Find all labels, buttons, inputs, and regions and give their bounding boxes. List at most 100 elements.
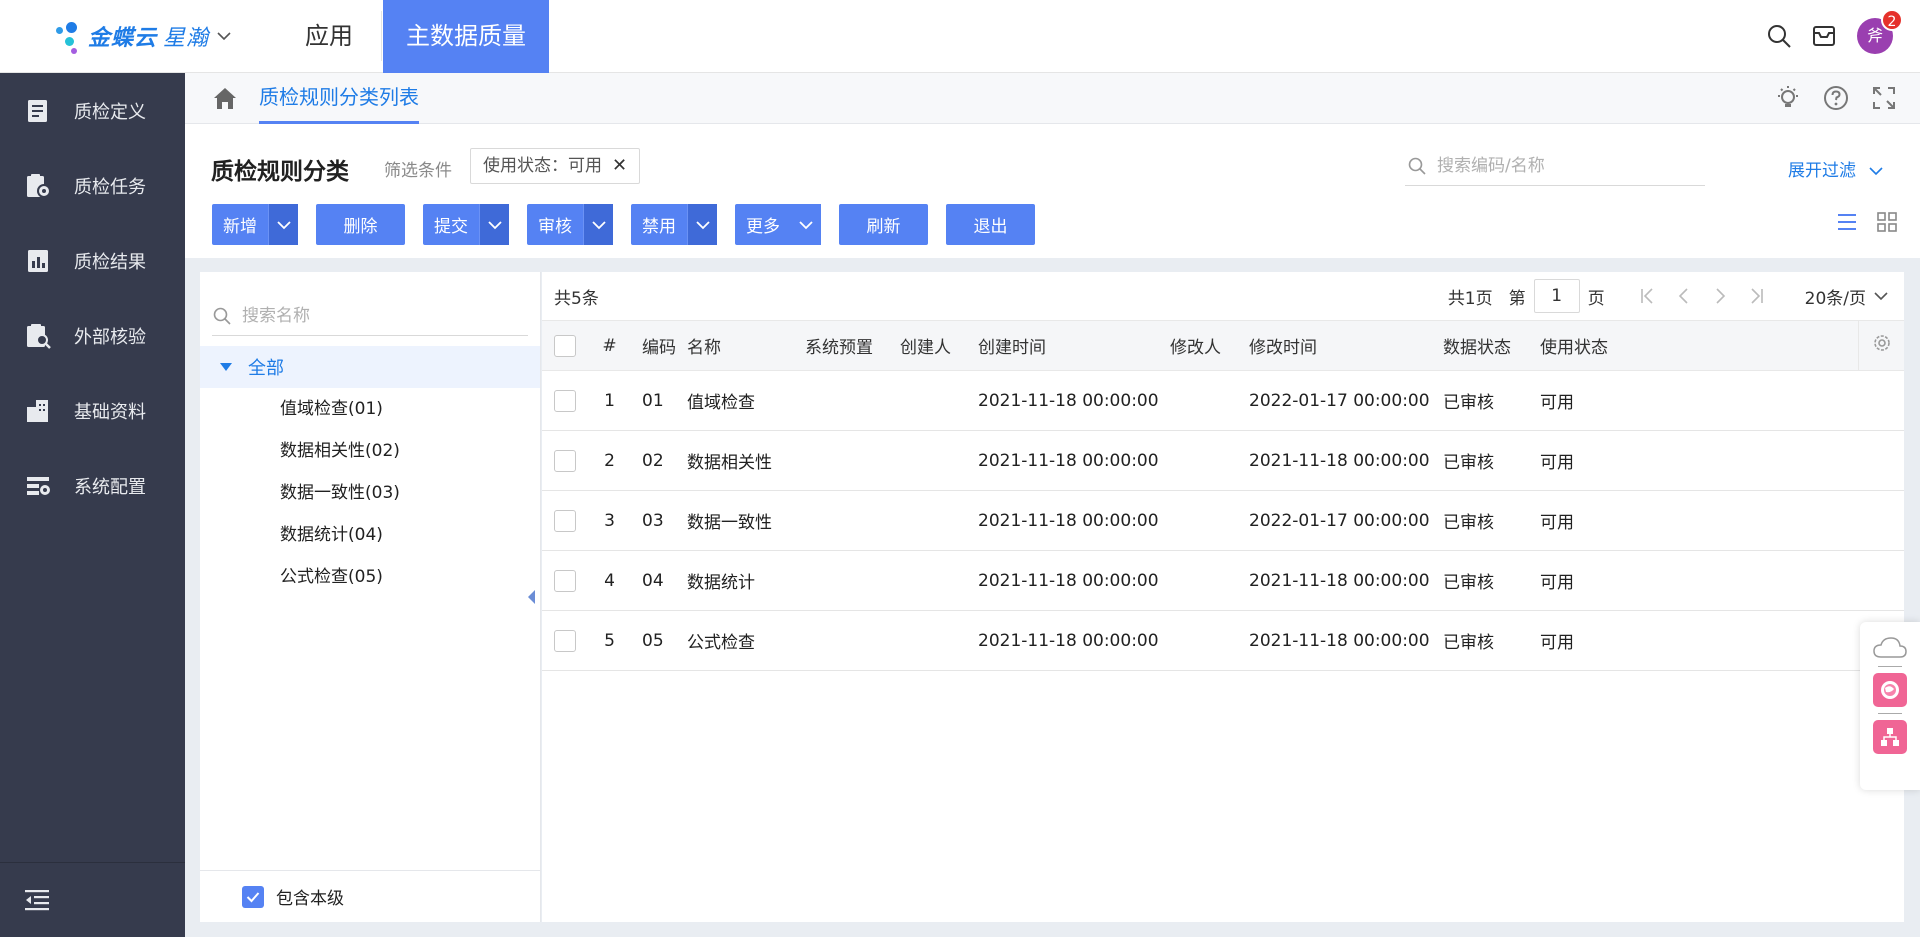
help-icon[interactable] (1822, 84, 1850, 112)
sidebar-item-quality-result[interactable]: 质检结果 (0, 223, 185, 298)
sidebar-item-external-verification[interactable]: 外部核验 (0, 298, 185, 373)
search-icon[interactable] (1766, 23, 1792, 49)
column-header[interactable]: 系统预置 (805, 320, 900, 371)
column-header[interactable]: 创建人 (900, 320, 978, 371)
submit-dropdown-button[interactable] (479, 204, 509, 245)
list-header: 质检规则分类 筛选条件 使用状态：可用 ✕ 展开过滤 新增 删除 提交 审核 禁… (185, 124, 1920, 258)
page-input[interactable]: 1 (1533, 279, 1580, 313)
modified-time-cell: 2021-11-18 00:00:00 (1249, 610, 1443, 671)
disable-button[interactable]: 禁用 (631, 204, 717, 245)
settings-gear-icon[interactable] (1871, 332, 1893, 354)
created-time-cell: 2021-11-18 00:00:00 (978, 610, 1170, 671)
tree-node[interactable]: 数据统计(04) (200, 514, 540, 556)
expand-filter-button[interactable]: 展开过滤 (1788, 156, 1883, 181)
report-icon (28, 249, 48, 272)
new-dropdown-button[interactable] (268, 204, 298, 245)
use-status-cell: 可用 (1540, 610, 1858, 671)
new-button[interactable]: 新增 (212, 204, 298, 245)
tree-node[interactable]: 值域检查(01) (200, 388, 540, 430)
column-header[interactable]: 创建时间 (978, 320, 1170, 371)
globe-app-icon[interactable] (1873, 673, 1907, 707)
column-header[interactable]: 修改时间 (1249, 320, 1443, 371)
page-size-select[interactable]: 20条/页 (1805, 284, 1888, 309)
brand-logo[interactable]: 金蝶云 星瀚 (52, 13, 277, 59)
row-checkbox[interactable] (554, 449, 576, 472)
tree-node[interactable]: 数据一致性(03) (200, 472, 540, 514)
close-icon[interactable]: ✕ (612, 149, 627, 183)
column-header[interactable]: 修改人 (1170, 320, 1249, 371)
table-row[interactable]: 3 03 数据一致性 2021-11-18 00:00:00 2022-01-1… (542, 490, 1904, 551)
search-icon (1408, 157, 1426, 175)
more-dropdown-button[interactable] (791, 204, 821, 245)
delete-button[interactable]: 删除 (316, 204, 405, 245)
sidebar-item-quality-task[interactable]: 质检任务 (0, 148, 185, 223)
include-self-checkbox[interactable] (242, 885, 264, 908)
code-link[interactable]: 04 (627, 550, 687, 611)
tree-search-input[interactable] (242, 305, 512, 326)
tree-node-all[interactable]: 全部 (200, 346, 540, 388)
column-header[interactable]: 数据状态 (1443, 320, 1540, 371)
table-row[interactable]: 5 05 公式检查 2021-11-18 00:00:00 2021-11-18… (542, 610, 1904, 671)
org-chart-app-icon[interactable] (1873, 720, 1907, 754)
prev-page-icon[interactable] (1675, 287, 1693, 305)
caret-down-icon[interactable] (220, 363, 232, 371)
tree-node[interactable]: 公式检查(05) (200, 556, 540, 598)
grid-view-icon[interactable] (1875, 210, 1899, 234)
refresh-button[interactable]: 刷新 (839, 204, 928, 245)
lightbulb-icon[interactable] (1774, 84, 1802, 112)
tree-node[interactable]: 数据相关性(02) (200, 430, 540, 472)
inbox-icon[interactable] (1811, 23, 1837, 49)
audit-dropdown-button[interactable] (583, 204, 613, 245)
use-status-cell: 可用 (1540, 550, 1858, 611)
table-row[interactable]: 4 04 数据统计 2021-11-18 00:00:00 2021-11-18… (542, 550, 1904, 611)
avatar[interactable]: 斧 2 (1857, 9, 1903, 54)
sidebar-item-basic-data[interactable]: 基础资料 (0, 373, 185, 448)
include-self-option[interactable]: 包含本级 (200, 870, 540, 922)
disable-dropdown-button[interactable] (687, 204, 717, 245)
row-index: 3 (592, 490, 627, 551)
home-icon[interactable] (211, 84, 239, 112)
audit-button[interactable]: 审核 (527, 204, 613, 245)
filter-chip-label: 使用状态：可用 (483, 156, 602, 176)
task-gear-icon (27, 173, 51, 198)
table-row[interactable]: 2 02 数据相关性 2021-11-18 00:00:00 2021-11-1… (542, 430, 1904, 491)
code-link[interactable]: 02 (627, 430, 687, 491)
filter-chip[interactable]: 使用状态：可用 ✕ (470, 148, 641, 184)
chevron-down-icon (591, 220, 606, 229)
code-link[interactable]: 03 (627, 490, 687, 551)
toolbar-divider (1878, 713, 1902, 714)
column-header[interactable]: 编码 (627, 320, 687, 371)
row-index: 2 (592, 430, 627, 491)
arrow-left-icon[interactable] (528, 590, 535, 604)
first-page-icon[interactable] (1639, 287, 1657, 305)
code-link[interactable]: 01 (627, 370, 687, 431)
chevron-down-icon[interactable] (217, 27, 231, 45)
exit-button[interactable]: 退出 (946, 204, 1035, 245)
sidebar-collapse-button[interactable] (0, 862, 185, 937)
nav-apps[interactable]: 应用 (277, 0, 381, 73)
column-header[interactable]: 名称 (687, 320, 805, 371)
created-time-cell: 2021-11-18 00:00:00 (978, 490, 1170, 551)
select-all-checkbox[interactable] (554, 334, 576, 357)
row-checkbox[interactable] (554, 389, 576, 412)
row-checkbox[interactable] (554, 509, 576, 532)
row-checkbox[interactable] (554, 569, 576, 592)
tab-quality-rule-category-list[interactable]: 质检规则分类列表 (259, 73, 419, 124)
code-link[interactable]: 05 (627, 610, 687, 671)
column-header[interactable]: 使用状态 (1540, 320, 1858, 371)
last-page-icon[interactable] (1747, 287, 1765, 305)
table-row[interactable]: 1 01 值域检查 2021-11-18 00:00:00 2022-01-17… (542, 370, 1904, 431)
fullscreen-icon[interactable] (1870, 84, 1898, 112)
next-page-icon[interactable] (1711, 287, 1729, 305)
cloud-icon[interactable] (1872, 636, 1908, 660)
more-button[interactable]: 更多 (735, 204, 821, 245)
row-checkbox[interactable] (554, 629, 576, 652)
nav-master-data-quality[interactable]: 主数据质量 (383, 0, 549, 73)
sidebar-item-quality-definition[interactable]: 质检定义 (0, 73, 185, 148)
submit-button[interactable]: 提交 (423, 204, 509, 245)
data-status-cell: 已审核 (1443, 550, 1540, 611)
sidebar-item-system-config[interactable]: 系统配置 (0, 448, 185, 523)
list-view-icon[interactable] (1835, 210, 1859, 234)
search-input[interactable] (1437, 155, 1687, 176)
column-header: # (592, 320, 627, 371)
